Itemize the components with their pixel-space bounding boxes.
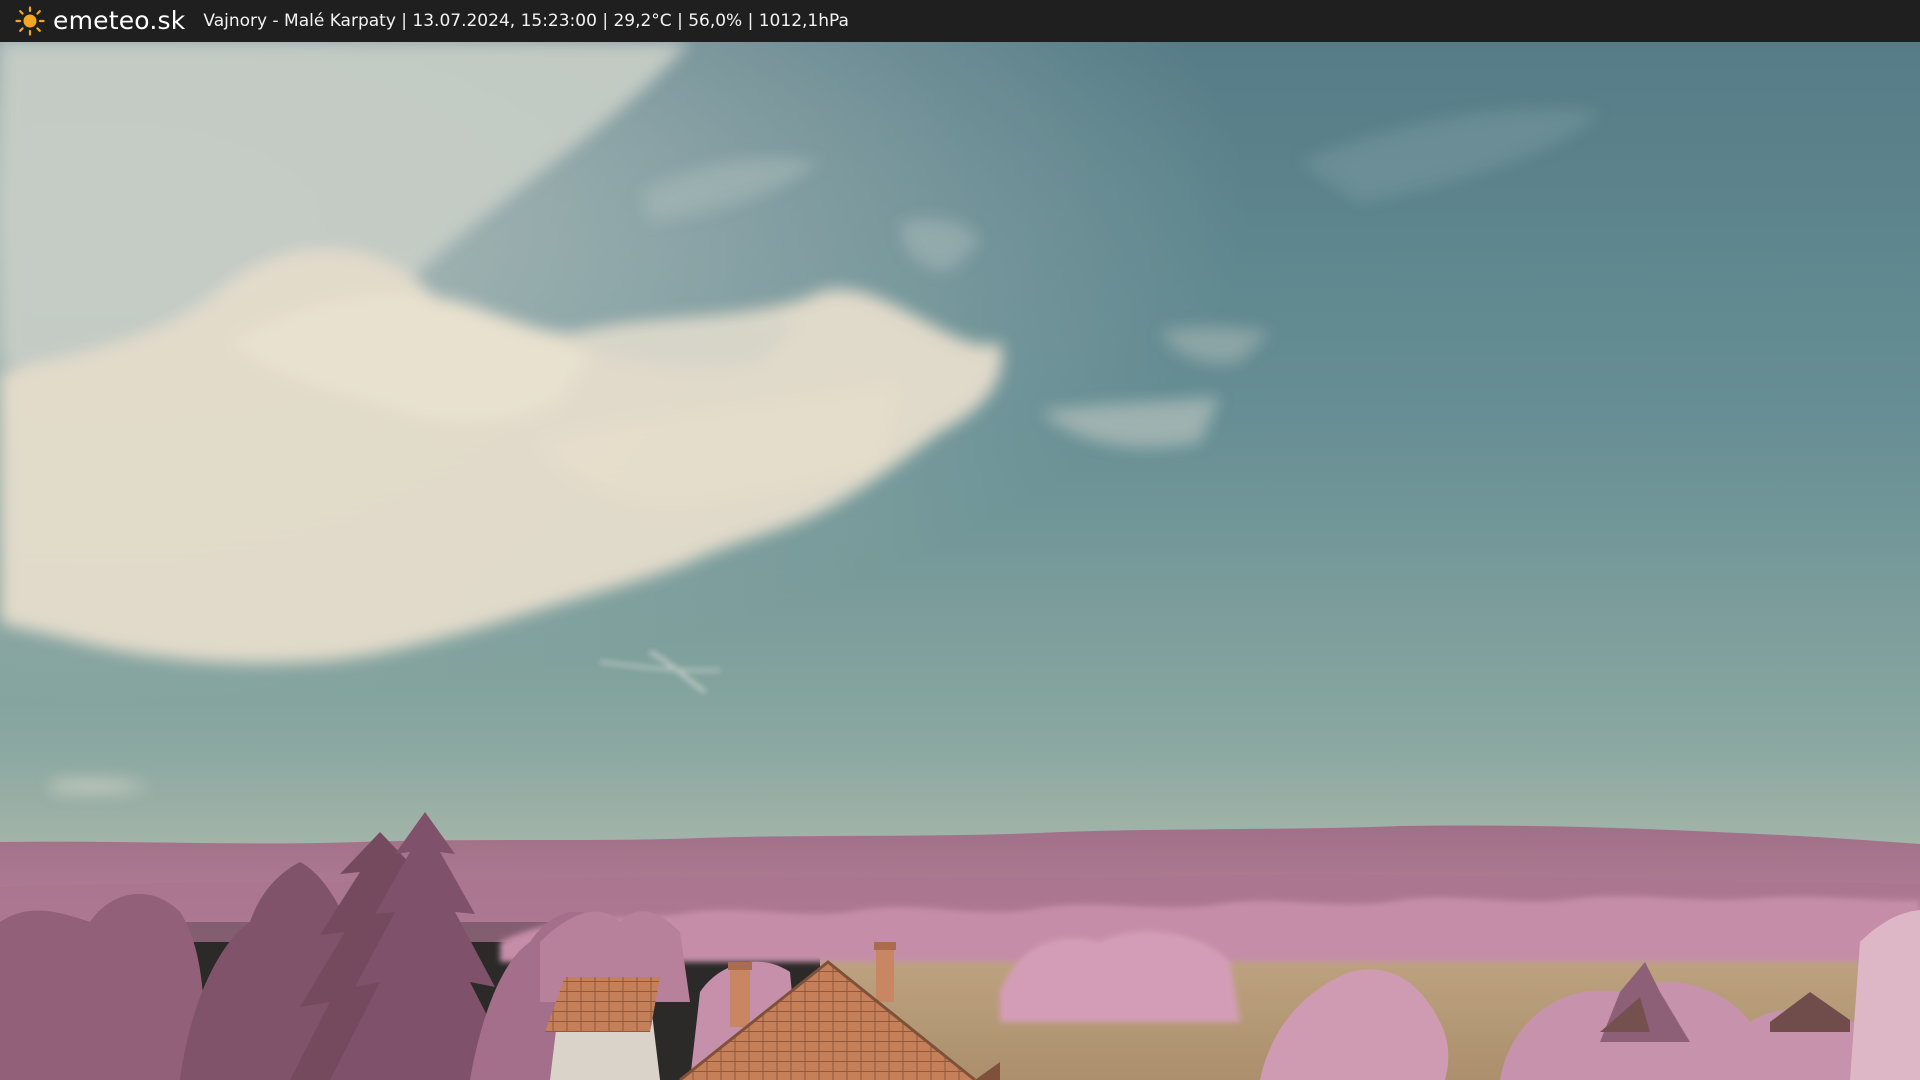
sun-icon — [15, 6, 45, 36]
webcam-frame: emeteo.sk Vajnory - Malé Karpaty | 13.07… — [0, 0, 1920, 1080]
brand-name: emeteo.sk — [53, 6, 186, 35]
top-banner: emeteo.sk Vajnory - Malé Karpaty | 13.07… — [0, 0, 1920, 42]
landscape-photo — [0, 42, 1920, 1080]
camera-image — [0, 42, 1920, 1080]
station-caption: Vajnory - Malé Karpaty | 13.07.2024, 15:… — [203, 11, 849, 31]
